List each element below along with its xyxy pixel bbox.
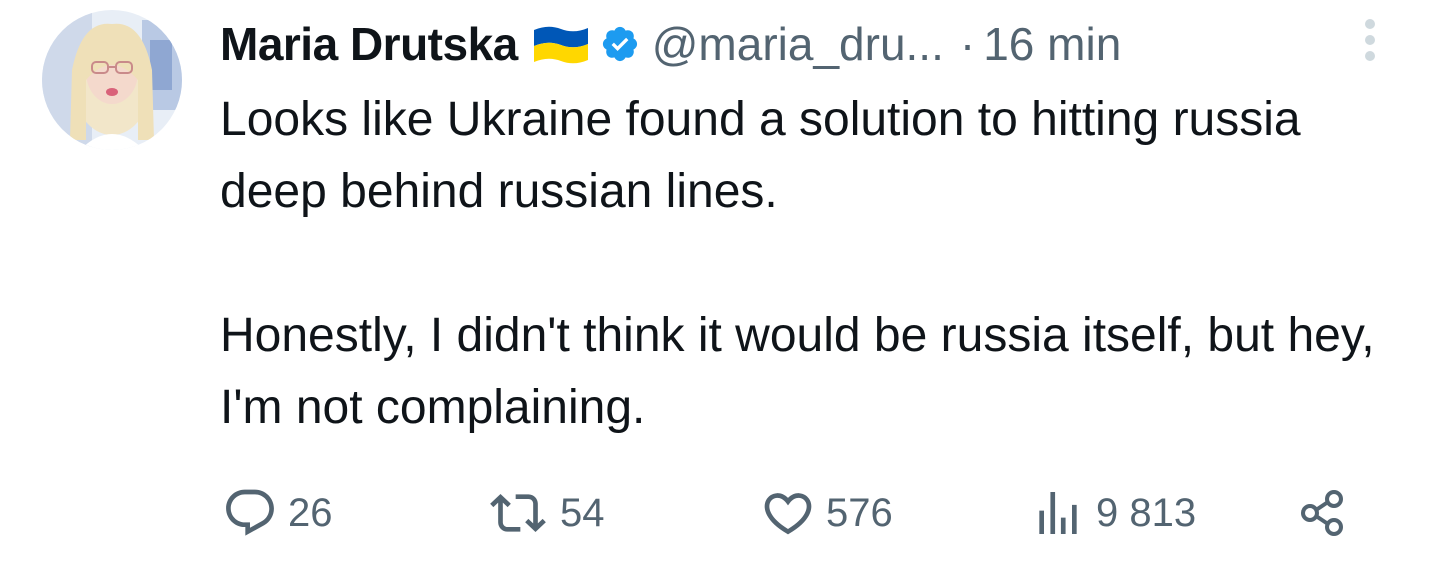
views-chart-icon [1030,485,1086,541]
share-icon [1296,485,1352,541]
ukraine-flag-icon [532,24,590,64]
heart-icon [760,485,816,541]
verified-badge-icon [600,24,640,64]
author-handle[interactable]: @maria_dru... [652,17,944,71]
reply-button[interactable]: 26 [222,478,333,548]
more-options-icon[interactable] [1356,14,1384,70]
views-button[interactable]: 9 813 [1030,478,1196,548]
avatar-image [42,10,182,150]
retweet-button[interactable]: 54 [486,478,605,548]
share-button[interactable] [1296,478,1352,548]
tweet-header: Maria Drutska @maria_dru... · 16 min [220,14,1121,74]
action-bar: 26 54 576 9 813 [0,478,1440,548]
like-count: 576 [826,490,893,535]
like-button[interactable]: 576 [760,478,893,548]
tweet-paragraph: Honestly, I didn't think it would be rus… [220,309,1375,434]
retweet-icon [486,485,550,541]
tweet-timestamp[interactable]: 16 min [983,17,1121,71]
reply-count: 26 [288,490,333,535]
author-name[interactable]: Maria Drutska [220,17,518,71]
separator-dot: · [959,18,976,70]
tweet-paragraph: Looks like Ukraine found a solution to h… [220,93,1301,218]
reply-icon [222,485,278,541]
views-count: 9 813 [1096,490,1197,535]
avatar[interactable] [42,10,182,150]
tweet-text: Looks like Ukraine found a solution to h… [220,84,1400,444]
retweet-count: 54 [560,490,605,535]
